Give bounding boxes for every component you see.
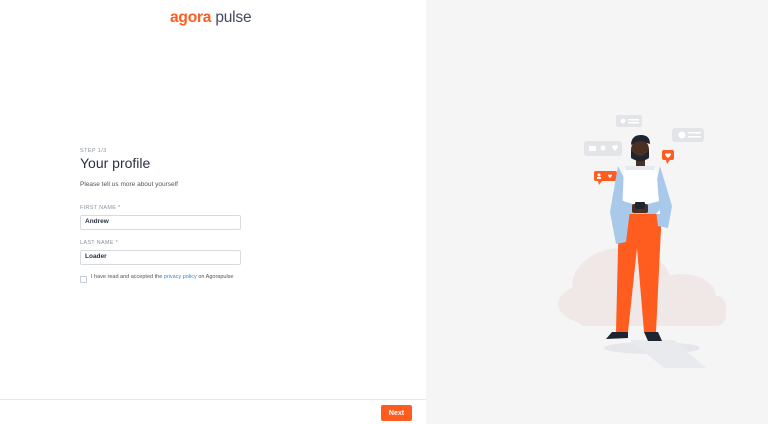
signup-form-pane: agora pulse STEP 1/3 Your profile Please…	[0, 0, 426, 424]
next-button[interactable]: Next	[381, 405, 412, 421]
heart-notification-icon	[662, 150, 674, 164]
logo-pulse-text: pulse	[215, 9, 252, 26]
person-with-phone-illustration	[558, 115, 726, 368]
light-beam	[630, 340, 706, 368]
step-indicator: STEP 1/3	[80, 148, 107, 154]
privacy-policy-link[interactable]: privacy policy	[164, 274, 197, 280]
reactions-bubble	[584, 141, 622, 156]
settings-card-bubble	[672, 128, 704, 142]
profile-card-bubble	[616, 115, 642, 127]
privacy-consent-text: I have read and accepted the privacy pol…	[91, 274, 234, 280]
page-subtitle: Please tell us more about yourself	[80, 181, 178, 188]
last-name-field[interactable]: Loader	[80, 250, 241, 265]
first-name-label: FIRST NAME *	[80, 205, 121, 211]
page-title: Your profile	[80, 155, 151, 171]
last-name-label: LAST NAME *	[80, 240, 119, 246]
agorapulse-logo: agora pulse	[170, 9, 252, 27]
logo-agora-text: agora	[170, 9, 212, 26]
illustration-pane	[426, 0, 768, 424]
follower-notification-icon	[594, 171, 617, 185]
footer-divider	[0, 399, 426, 400]
first-name-field[interactable]: Andrew	[80, 215, 241, 230]
consent-prefix: I have read and accepted the	[91, 274, 164, 280]
privacy-consent-checkbox[interactable]	[80, 275, 87, 283]
consent-suffix: on Agorapulse	[196, 274, 234, 280]
privacy-consent: I have read and accepted the privacy pol…	[80, 272, 234, 283]
